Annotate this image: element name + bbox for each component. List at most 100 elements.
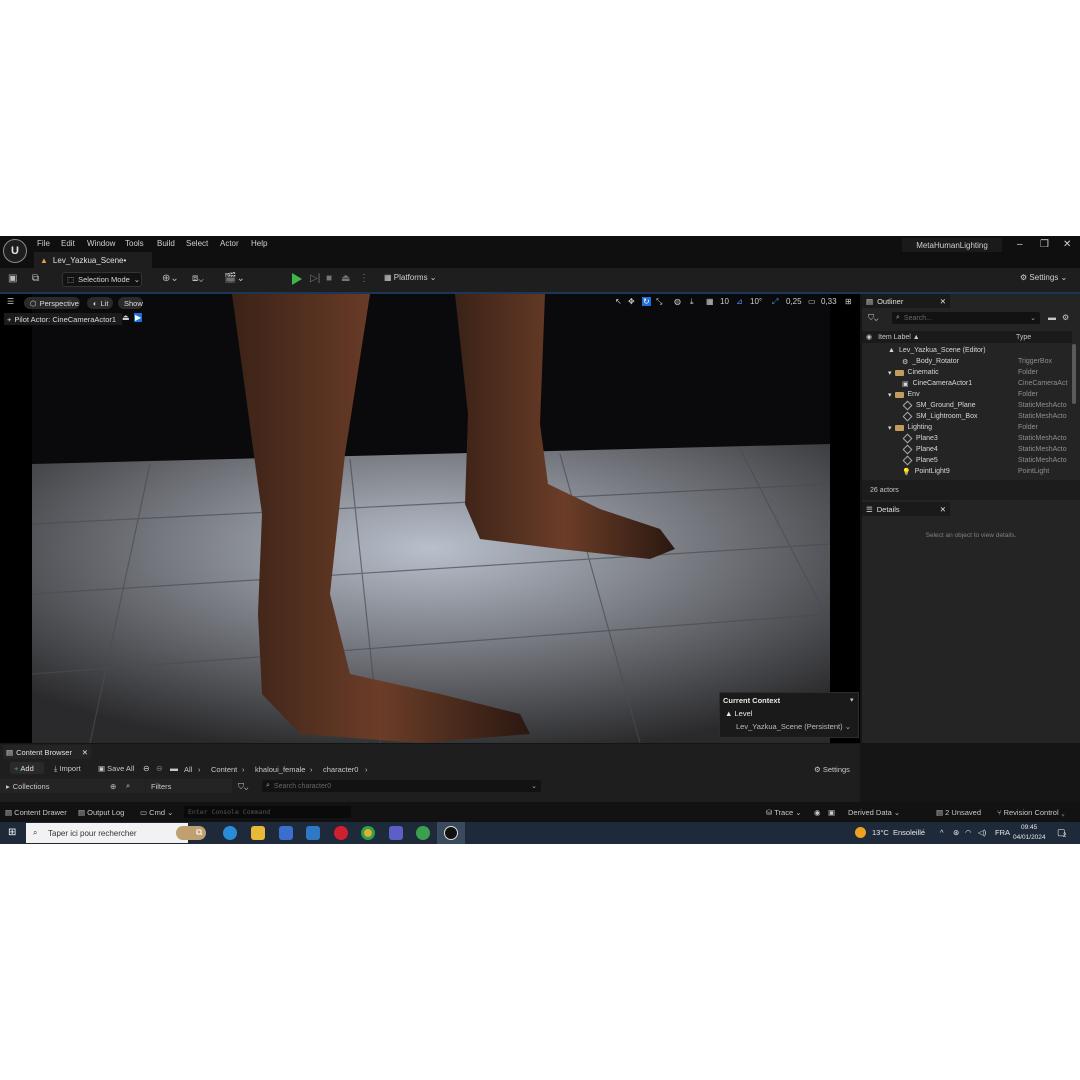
- rotate-tool-icon[interactable]: ↻: [642, 297, 651, 306]
- outliner-row[interactable]: Plane5 StaticMeshActo: [862, 455, 1080, 466]
- xbox-icon[interactable]: [416, 826, 430, 840]
- outliner-row[interactable]: ▣ CineCameraActor1 CineCameraAct: [862, 378, 1080, 389]
- selection-mode-dropdown[interactable]: ⬚ Selection Mode ⌄: [62, 272, 142, 287]
- grid-snap-icon[interactable]: ▦: [706, 297, 714, 306]
- file-explorer-icon[interactable]: [251, 826, 265, 840]
- outliner-row[interactable]: Plane4 StaticMeshActo: [862, 444, 1080, 455]
- add-button[interactable]: + Add: [10, 762, 44, 774]
- close-icon[interactable]: ✕: [940, 505, 946, 514]
- viewport-menu-icon[interactable]: ☰: [7, 297, 14, 306]
- clock-time[interactable]: 09:45: [1021, 824, 1037, 831]
- show-button[interactable]: Show: [118, 297, 143, 309]
- outliner-row[interactable]: ▾ Env Folder: [862, 389, 1080, 400]
- cb-settings-button[interactable]: ⚙ Settings: [814, 765, 850, 774]
- platforms-button[interactable]: ▦ Platforms ⌄: [384, 273, 437, 282]
- outliner-row[interactable]: ▾ Lighting Folder: [862, 422, 1080, 433]
- language-indicator[interactable]: FRA: [995, 828, 1010, 837]
- content-drawer-button[interactable]: ▤ Content Drawer: [5, 808, 67, 817]
- outliner-tab[interactable]: ▤ Outliner ✕: [862, 294, 950, 308]
- close-icon[interactable]: ✕: [82, 748, 88, 757]
- settings-button[interactable]: ⚙ Settings ⌄: [1020, 273, 1067, 282]
- save-all-button[interactable]: ▣ Save All: [98, 764, 134, 773]
- details-tab[interactable]: ☰ Details ✕: [862, 502, 950, 516]
- path-all[interactable]: All: [184, 765, 192, 774]
- taskbar-search[interactable]: ⌕ Taper ici pour rechercher: [26, 823, 206, 843]
- blueprint-icon[interactable]: ⧈⌄: [192, 273, 204, 284]
- search-icon[interactable]: ⌕: [126, 781, 130, 791]
- output-log-button[interactable]: ▤ Output Log: [78, 808, 124, 817]
- menu-build[interactable]: Build: [157, 239, 175, 248]
- close-icon[interactable]: ✕: [1063, 239, 1071, 250]
- menu-actor[interactable]: Actor: [220, 239, 239, 248]
- edge-icon[interactable]: [223, 826, 237, 840]
- wifi-icon[interactable]: ◠: [965, 828, 972, 837]
- outliner-row[interactable]: Plane3 StaticMeshActo: [862, 433, 1080, 444]
- scale-snap-icon[interactable]: ⤢: [772, 297, 778, 307]
- console-input[interactable]: Enter Console Command: [184, 806, 351, 818]
- collections-header[interactable]: ▸ Collections ⊕ ⌕: [0, 779, 145, 793]
- expand-arrow-icon[interactable]: ▾: [888, 369, 892, 377]
- menu-window[interactable]: Window: [87, 239, 115, 248]
- stop-icon[interactable]: ■: [326, 273, 332, 284]
- more-options-icon[interactable]: ⋮: [359, 273, 369, 284]
- weather-temp[interactable]: 13°C: [872, 828, 889, 837]
- eject-icon[interactable]: ⏏: [341, 273, 350, 284]
- camera-speed-value[interactable]: 0,33: [821, 297, 837, 306]
- path-content[interactable]: Content: [211, 765, 237, 774]
- scale-snap-value[interactable]: 0,25: [786, 297, 802, 306]
- filters-button[interactable]: Filters: [146, 779, 232, 793]
- volume-icon[interactable]: ◁): [978, 828, 986, 837]
- windows-start-icon[interactable]: ⊞: [8, 827, 16, 838]
- rotation-snap-icon[interactable]: ⊿: [736, 297, 743, 306]
- rotation-snap-value[interactable]: 10°: [750, 297, 762, 306]
- store-icon[interactable]: [279, 826, 293, 840]
- outliner-col-label[interactable]: Item Label ▲: [878, 334, 920, 341]
- teams-icon[interactable]: [389, 826, 403, 840]
- menu-file[interactable]: File: [37, 239, 50, 248]
- add-collection-icon[interactable]: ⊕: [110, 782, 116, 791]
- derived-data-button[interactable]: Derived Data ⌄: [848, 808, 900, 817]
- import-button[interactable]: ⤓ Import: [54, 764, 81, 774]
- outliner-row[interactable]: ⚙ _Body_Rotator TriggerBox: [862, 356, 1080, 367]
- level-viewport[interactable]: ☰ ⬡ Perspective ◐ Lit Show + Pilot Actor: …: [0, 294, 860, 743]
- browse-icon[interactable]: ⧉: [32, 273, 39, 284]
- path-current[interactable]: character0: [323, 765, 358, 774]
- cb-search-input[interactable]: ⌕ Search character0 ⌄: [262, 780, 541, 792]
- eject-pilot-icon[interactable]: +: [7, 315, 11, 324]
- world-space-icon[interactable]: ◍: [674, 297, 681, 306]
- expand-arrow-icon[interactable]: ▾: [888, 391, 892, 399]
- restore-icon[interactable]: ❐: [1040, 239, 1049, 250]
- outliner-row[interactable]: 💡 PointLight9 PointLight: [862, 466, 1080, 477]
- cinematics-icon[interactable]: 🎬⌄: [224, 273, 245, 284]
- folder-icon[interactable]: ▬: [170, 764, 178, 773]
- forward-icon[interactable]: ⊖: [156, 764, 163, 773]
- expand-arrow-icon[interactable]: ▾: [888, 424, 892, 432]
- visibility-icon[interactable]: ◉: [866, 333, 872, 341]
- path-folder[interactable]: khaloui_female: [255, 765, 305, 774]
- menu-tools[interactable]: Tools: [125, 239, 144, 248]
- layout-icon[interactable]: ⊞: [845, 297, 852, 306]
- pilot-eject-icon[interactable]: ⏏: [122, 313, 130, 322]
- surface-snap-icon[interactable]: ⤓: [690, 297, 694, 307]
- grid-snap-value[interactable]: 10: [720, 297, 729, 306]
- outliner-row[interactable]: ▲ Lev_Yazkua_Scene (Editor): [862, 345, 1080, 356]
- network-icon[interactable]: ⊛: [953, 828, 959, 837]
- new-folder-icon[interactable]: ▬: [1048, 313, 1056, 322]
- filter-icon[interactable]: ⛉⌄: [238, 782, 248, 792]
- gear-icon[interactable]: ⚙: [1062, 313, 1069, 322]
- scale-tool-icon[interactable]: ⤡: [656, 297, 662, 307]
- opera-icon[interactable]: [334, 826, 348, 840]
- camera-speed-icon[interactable]: ▭: [808, 297, 816, 306]
- outliner-col-type[interactable]: Type: [1016, 334, 1031, 341]
- menu-help[interactable]: Help: [251, 239, 267, 248]
- minimize-icon[interactable]: –: [1017, 239, 1023, 250]
- unreal-logo-icon[interactable]: U: [3, 239, 27, 263]
- unsaved-button[interactable]: ▤ 2 Unsaved: [936, 808, 981, 817]
- content-browser-tab[interactable]: ▤ Content Browser ✕: [3, 745, 91, 759]
- outliner-row[interactable]: SM_Lightroom_Box StaticMeshActo: [862, 411, 1080, 422]
- step-icon[interactable]: ▷|: [310, 273, 320, 284]
- camera-icon[interactable]: ▣: [828, 808, 835, 817]
- trace-button[interactable]: ⛁ Trace ⌄: [766, 808, 802, 817]
- revision-control-button[interactable]: ⑂ Revision Control ⌄: [997, 808, 1065, 817]
- camera-lock-icon[interactable]: ▶: [134, 313, 143, 322]
